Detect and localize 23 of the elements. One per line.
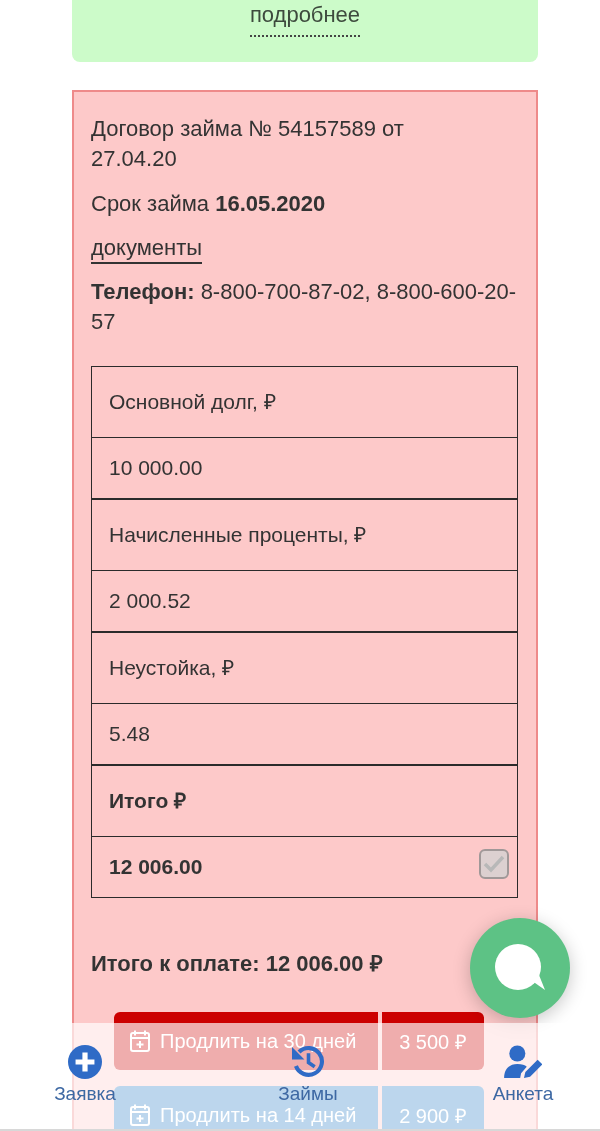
contract-title: Договор займа № 54157589 от 27.04.20 <box>91 115 405 173</box>
phone-text: Телефон: 8-800-700-87-02, 8-800-600-20-57 <box>91 278 518 336</box>
table-cell: 5.48 <box>92 703 517 764</box>
table-cell: 2 000.52 <box>92 570 517 631</box>
user-pencil-icon <box>504 1045 542 1079</box>
table-cell-text: Основной долг, ₽ <box>108 389 277 415</box>
cell-text: 12 006.00 <box>109 855 203 879</box>
calendar-plus-icon <box>130 1104 150 1126</box>
plus-circle-icon <box>68 1045 102 1079</box>
loan-term: Срок займа 16.05.2020 <box>91 190 327 218</box>
documents-link[interactable]: документы <box>91 234 203 264</box>
total-due: Итого к оплате: 12 006.00 ₽ <box>91 950 384 978</box>
nav-item[interactable]: Анкета <box>492 1045 554 1105</box>
calendar-plus-icon <box>130 1030 150 1052</box>
nav-item[interactable]: Заявка <box>54 1045 116 1105</box>
table-cell-text: Итого ₽ <box>108 788 188 814</box>
more-link[interactable]: подробнее <box>249 2 361 37</box>
checkmark-icon <box>483 855 505 873</box>
speech-bubble-icon <box>495 944 545 992</box>
table-cell-text: Неустойка, ₽ <box>108 655 236 681</box>
table-cell-text: Начисленные проценты, ₽ <box>108 522 368 548</box>
table-cell: 10 000.00 <box>92 437 517 498</box>
chat-button[interactable] <box>470 918 570 1018</box>
